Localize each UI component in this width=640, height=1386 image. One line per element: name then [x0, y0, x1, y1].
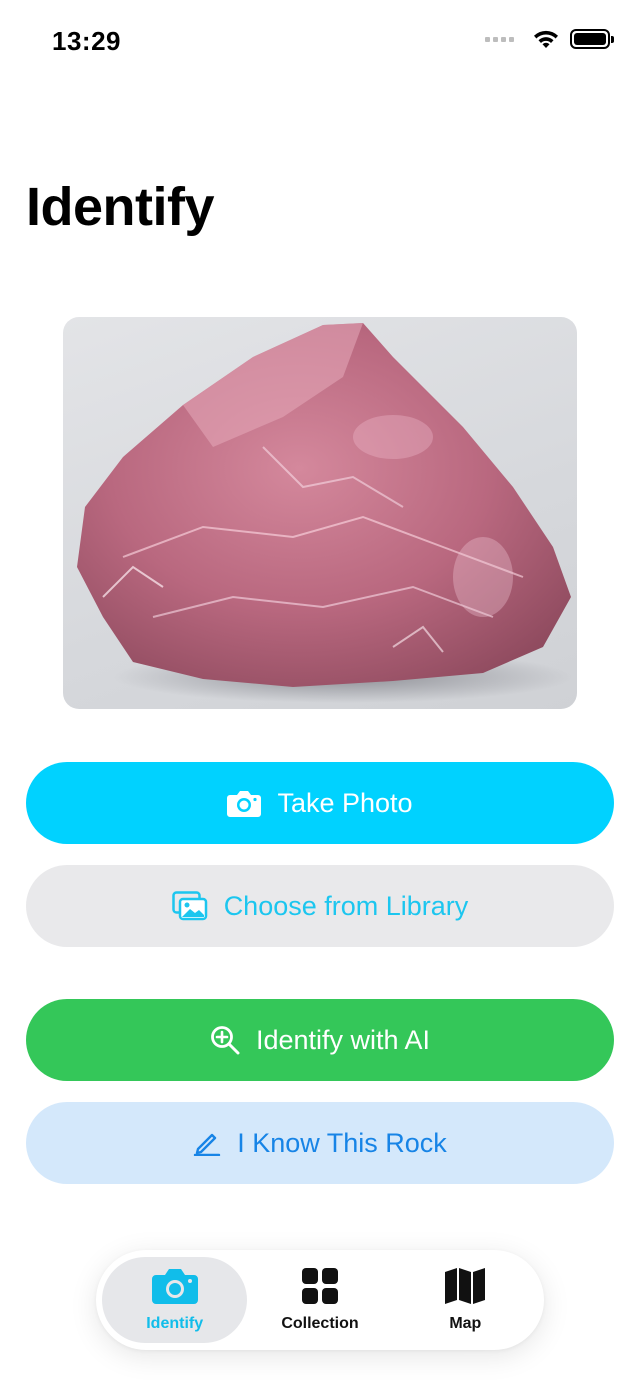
pencil-icon [193, 1130, 221, 1156]
tab-label: Map [449, 1314, 482, 1332]
rock-image [77, 323, 573, 703]
take-photo-label: Take Photo [277, 787, 413, 818]
status-icons [485, 28, 614, 50]
choose-library-label: Choose from Library [223, 890, 469, 921]
cellular-signal-icon [485, 36, 514, 42]
map-icon [445, 1267, 486, 1309]
camera-icon [151, 1268, 198, 1309]
identify-screen: 13:29 Identify Take Photo Choose from Li… [0, 0, 640, 1386]
tab-label: Collection [281, 1314, 359, 1332]
page-title: Identify [26, 177, 215, 237]
wifi-icon [534, 30, 558, 48]
photo-library-icon [171, 891, 208, 921]
tab-collection[interactable]: Collection [247, 1257, 392, 1343]
tab-map[interactable]: Map [393, 1257, 538, 1343]
tab-label: Identify [146, 1314, 204, 1332]
magnify-plus-icon [210, 1025, 240, 1055]
tab-bar: Identify Collection Map [96, 1250, 544, 1350]
know-this-rock-label: I Know This Rock [237, 1127, 447, 1158]
battery-icon [570, 29, 614, 49]
status-time: 13:29 [52, 26, 121, 56]
choose-library-button[interactable]: Choose from Library [26, 865, 614, 947]
know-this-rock-button[interactable]: I Know This Rock [26, 1102, 614, 1184]
rock-photo [63, 317, 577, 709]
identify-ai-button[interactable]: Identify with AI [26, 999, 614, 1081]
status-bar: 13:29 [0, 0, 640, 80]
identify-ai-label: Identify with AI [255, 1024, 431, 1055]
tab-identify[interactable]: Identify [102, 1257, 248, 1343]
grid-icon [301, 1267, 338, 1309]
camera-icon [227, 789, 262, 817]
take-photo-button[interactable]: Take Photo [26, 762, 614, 844]
